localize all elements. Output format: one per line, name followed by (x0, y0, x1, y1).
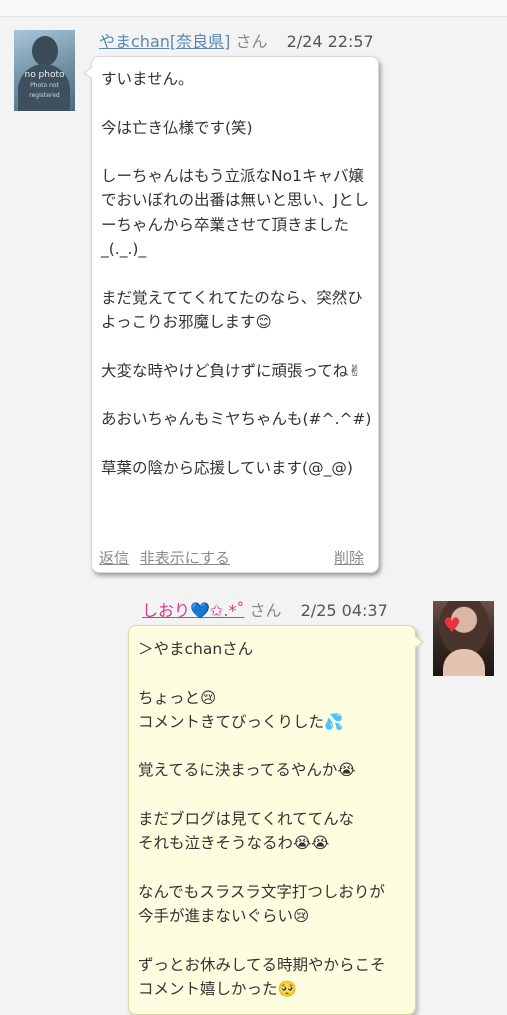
heart-sticker-icon: ♥ (443, 613, 461, 637)
avatar-no-photo[interactable]: no photo Photo not registered (14, 30, 75, 111)
commenter-name-link[interactable]: やまchan[奈良県] (99, 32, 230, 51)
honorific-suffix: さん (249, 601, 282, 620)
comment-actions: 返信 非表示にする 削除 (99, 548, 364, 568)
reply-timestamp: 2/25 04:37 (300, 601, 388, 620)
owner-avatar-body (443, 649, 485, 676)
comment-header: やまchan[奈良県] さん 2/24 22:57 (99, 32, 374, 52)
top-strip-text: · · · (0, 0, 507, 7)
reply-bubble: ＞やまchanさん ちょっと😢 コメントきてびっくりした💦 覚えてるに決まってる… (128, 625, 424, 1015)
avatar-no-photo-label: no photo (24, 70, 65, 80)
reply-header: しおり💙✩.*˚ さん 2/25 04:37 (142, 601, 388, 621)
comment-bubble: すいません。 今は亡き仏様です(笑) しーちゃんはもう立派なNo1キャバ嬢でおい… (83, 56, 379, 573)
reply-message: ＞やまchanさん ちょっと😢 コメントきてびっくりした💦 覚えてるに決まってる… (138, 640, 386, 999)
hide-link[interactable]: 非表示にする (140, 549, 230, 567)
avatar-no-photo-sublabel: Photo not registered (29, 82, 60, 99)
top-strip: · · · (0, 0, 507, 17)
delete-link[interactable]: 削除 (334, 548, 364, 568)
owner-name-link[interactable]: しおり💙✩.*˚ (142, 601, 244, 620)
comment-message: すいません。 今は亡き仏様です(笑) しーちゃんはもう立派なNo1キャバ嬢でおい… (101, 70, 372, 477)
honorific-suffix: さん (235, 32, 268, 51)
comment-timestamp: 2/24 22:57 (286, 32, 374, 51)
reply-link[interactable]: 返信 (99, 549, 129, 567)
avatar-silhouette-head (32, 36, 58, 66)
owner-avatar[interactable]: ♥ (433, 601, 494, 676)
